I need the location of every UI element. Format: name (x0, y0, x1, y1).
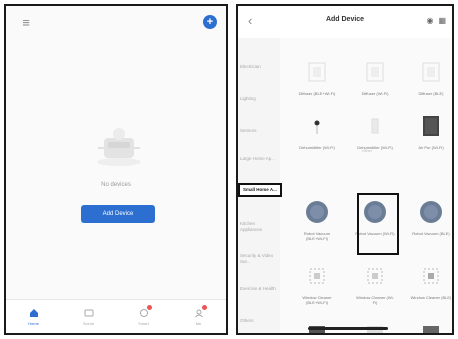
empty-devices-illustration (97, 128, 141, 166)
device-item[interactable]: Diffuser (BLE) (410, 60, 452, 96)
add-device-screen: ‹ Add Device ◉ ▦ Electrician Lighting Se… (236, 4, 454, 335)
device-item[interactable] (410, 322, 452, 333)
tab-smart[interactable]: Smart (116, 300, 171, 333)
diffuser-icon (422, 62, 440, 82)
category-item[interactable]: Sensors (240, 128, 278, 134)
diffuser-icon (366, 62, 384, 82)
device-name: Robot Vacuum (BLE) (412, 231, 450, 236)
add-icon[interactable]: + (203, 15, 217, 29)
device-name: Diffuser (Wi-Fi) (361, 91, 389, 96)
category-item[interactable]: Others (240, 318, 278, 324)
dehumidifier-icon (314, 120, 320, 134)
category-item-selected[interactable]: Small Home A... (238, 183, 282, 197)
category-item[interactable]: Exercise & Health (240, 286, 278, 292)
robot-vacuum-icon (306, 201, 328, 223)
device-icon (423, 326, 439, 333)
air-purifier-icon (423, 116, 439, 136)
bottom-tab-bar: Home Scene Smart Me (6, 299, 226, 333)
device-name: Window Cleaner (BLE) (410, 295, 452, 300)
notification-badge (146, 305, 152, 310)
device-item[interactable]: Robot Vacuum (BLE) (410, 200, 452, 236)
home-selector-icon[interactable]: ≡ (16, 14, 36, 30)
device-item[interactable]: Air Pur (Wi-Fi) (410, 114, 452, 150)
robot-vacuum-icon (420, 201, 442, 223)
device-item[interactable]: Window Cleaner (BLE+Wi-Fi) (296, 264, 338, 305)
device-item[interactable]: Window Cleaner (BLE) (410, 264, 452, 300)
tab-scene-label: Scene (82, 321, 95, 326)
tab-home-label: Home (28, 321, 39, 326)
window-cleaner-icon (367, 268, 383, 284)
dehumidifier-icon (371, 118, 379, 134)
device-name: Robot Vacuum (BLE+Wi-Fi) (303, 231, 331, 241)
header: ‹ Add Device ◉ ▦ (238, 6, 452, 38)
category-item[interactable]: Kitchen Appliances (240, 221, 278, 233)
home-icon (28, 307, 40, 319)
home-indicator (308, 327, 388, 330)
tab-home[interactable]: Home (6, 300, 61, 333)
category-item[interactable]: Electrician (240, 64, 278, 70)
scan-icon[interactable]: ◉ (426, 16, 433, 25)
qr-scan-icon[interactable]: ▦ (438, 16, 446, 25)
device-item[interactable]: Dehumidifier (Wi-Fi) (296, 114, 338, 150)
diffuser-icon (308, 62, 326, 82)
empty-state-text: No devices (101, 182, 131, 188)
window-cleaner-icon (309, 268, 325, 284)
device-name: Window Cleaner (BLE+Wi-Fi) (302, 295, 332, 305)
scene-icon (83, 307, 95, 319)
page-title: Add Device (325, 16, 365, 23)
home-screen: ≡ + No devices Add Device Home Scene Sma… (4, 4, 228, 335)
smart-icon (138, 305, 152, 319)
device-item[interactable]: Diffuser (Wi-Fi) (354, 60, 396, 96)
category-list: Electrician Lighting Sensors Large Home … (238, 38, 282, 333)
add-device-button[interactable]: Add Device (81, 205, 155, 223)
device-item[interactable]: Robot Vacuum (BLE+Wi-Fi) (296, 200, 338, 241)
device-name: Diffuser (BLE+Wi-Fi) (298, 91, 336, 96)
device-name: Dehumidifier (Wi-Fi) (357, 145, 393, 150)
tab-smart-label: Smart (138, 321, 149, 326)
device-name: Dehumidifier (Wi-Fi) (299, 145, 335, 150)
category-item[interactable]: Large Home Ap... (240, 156, 278, 162)
device-item[interactable]: Dehumidifier (Wi-Fi) (354, 114, 396, 150)
device-item[interactable]: Window Cleaner (Wi-Fi) (354, 264, 396, 305)
notification-badge (201, 305, 207, 310)
category-item[interactable]: Security & Video Sur... (240, 253, 278, 265)
window-cleaner-icon (423, 268, 439, 284)
tab-me[interactable]: Me (171, 300, 226, 333)
tab-scene[interactable]: Scene (61, 300, 116, 333)
device-name: Diffuser (BLE) (418, 91, 444, 96)
device-item[interactable]: Diffuser (BLE+Wi-Fi) (296, 60, 338, 96)
device-name: Air Pur (Wi-Fi) (418, 145, 444, 150)
category-item[interactable]: Lighting (240, 96, 278, 102)
tab-me-label: Me (195, 321, 202, 326)
device-name: Window Cleaner (Wi-Fi) (356, 295, 394, 305)
highlight-box (357, 193, 399, 255)
profile-icon (193, 305, 207, 319)
